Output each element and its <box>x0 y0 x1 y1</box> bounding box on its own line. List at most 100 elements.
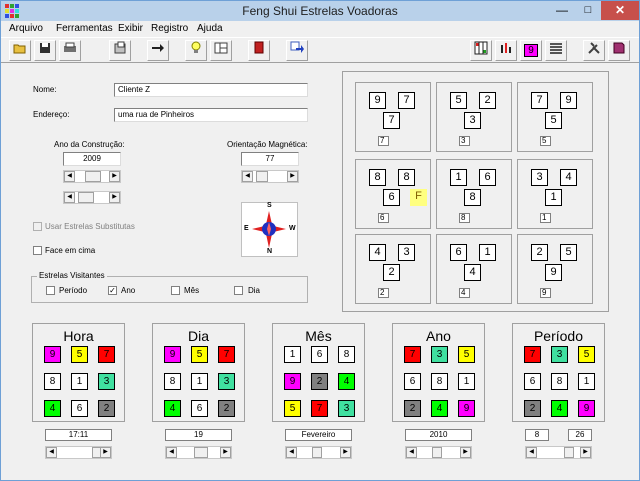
visiting-star: 8 <box>338 346 355 363</box>
save-icon[interactable] <box>34 40 56 61</box>
nome-field[interactable]: Cliente Z <box>114 83 308 97</box>
arrow-right-icon[interactable] <box>147 40 169 61</box>
endereco-label: Endereço: <box>33 110 70 119</box>
mountain-star: 7 <box>531 92 548 109</box>
orientacao-scrollbar[interactable]: ◀ ▶ <box>241 170 299 183</box>
cycle-field[interactable]: 26 <box>568 429 592 441</box>
menu-registro[interactable]: Registro <box>151 23 188 34</box>
print-icon[interactable] <box>59 40 81 61</box>
panel-scrollbar[interactable]: ◀ ▶ <box>165 446 232 459</box>
menu-ferramentas[interactable]: Ferramentas <box>56 23 113 34</box>
menu-ajuda[interactable]: Ajuda <box>197 23 223 34</box>
panel-value-field[interactable]: 17:11 <box>45 429 112 441</box>
ano-checkbox[interactable]: ✓ <box>108 286 117 295</box>
maximize-button[interactable]: □ <box>575 1 601 20</box>
panel-scrollbar[interactable]: ◀ ▶ <box>405 446 472 459</box>
scroll-right-icon[interactable]: ▶ <box>100 447 111 458</box>
panel-value-field[interactable]: 19 <box>165 429 232 441</box>
panel-scrollbar[interactable]: ◀ ▶ <box>525 446 592 459</box>
mountain-star: 9 <box>369 92 386 109</box>
lines-icon[interactable] <box>545 40 567 61</box>
export-icon[interactable] <box>286 40 308 61</box>
water-star: 9 <box>560 92 577 109</box>
period-star: 5 <box>540 136 551 146</box>
face-em-cima-checkbox[interactable] <box>33 246 42 255</box>
scroll-thumb[interactable] <box>78 192 94 203</box>
water-star: 5 <box>560 244 577 261</box>
period-field[interactable]: 8 <box>525 429 549 441</box>
panel-ano: Ano 7 3 5 6 8 1 2 4 9 <box>392 323 485 422</box>
nine-icon[interactable]: 9 <box>520 40 542 61</box>
scroll-right-icon[interactable]: ▶ <box>109 171 120 182</box>
mes-option-label: Mês <box>184 286 200 295</box>
palace-cell: 61 4 4 <box>436 234 512 304</box>
visiting-star: 6 <box>71 400 88 417</box>
usar-estrelas-checkbox[interactable] <box>33 222 42 231</box>
grid-icon[interactable] <box>470 40 492 61</box>
visiting-star: 5 <box>458 346 475 363</box>
scroll-left-icon[interactable]: ◀ <box>64 192 75 203</box>
panel-value-field[interactable]: 2010 <box>405 429 472 441</box>
lightbulb-icon[interactable] <box>185 40 207 61</box>
bars-icon[interactable] <box>495 40 517 61</box>
ano-scrollbar[interactable]: ◀ ▶ <box>63 170 121 183</box>
title-bar: Feng Shui Estrelas Voadoras — □ ✕ <box>1 1 639 21</box>
visiting-star: 9 <box>164 346 181 363</box>
scroll-left-icon[interactable]: ◀ <box>526 447 537 458</box>
visiting-star: 7 <box>98 346 115 363</box>
scroll-thumb[interactable] <box>432 447 442 458</box>
tools-icon[interactable] <box>583 40 605 61</box>
layout-icon[interactable] <box>210 40 232 61</box>
scroll-left-icon[interactable]: ◀ <box>166 447 177 458</box>
orientacao-field[interactable]: 77 <box>241 152 299 166</box>
ano-construcao-field[interactable]: 2009 <box>63 152 121 166</box>
base-star: 2 <box>383 264 400 281</box>
flying-stars-chart: 9777523379558866F16883411432261442599 <box>342 71 609 312</box>
endereco-field[interactable]: uma rua de Pinheiros <box>114 108 308 122</box>
panel-scrollbar[interactable]: ◀ ▶ <box>45 446 112 459</box>
scroll-right-icon[interactable]: ▶ <box>340 447 351 458</box>
scroll-thumb[interactable] <box>256 171 268 182</box>
mes-checkbox[interactable] <box>171 286 180 295</box>
period-star: 3 <box>459 136 470 146</box>
minimize-button[interactable]: — <box>549 1 575 20</box>
scroll-right-icon[interactable]: ▶ <box>220 447 231 458</box>
scroll-left-icon[interactable]: ◀ <box>64 171 75 182</box>
periodo-checkbox[interactable] <box>46 286 55 295</box>
panel-title: Ano <box>426 328 451 344</box>
visiting-star: 5 <box>71 346 88 363</box>
scroll-right-icon[interactable]: ▶ <box>287 171 298 182</box>
scroll-left-icon[interactable]: ◀ <box>406 447 417 458</box>
visiting-star: 5 <box>284 400 301 417</box>
close-button[interactable]: ✕ <box>601 1 639 20</box>
visiting-star: 2 <box>404 400 421 417</box>
scroll-thumb[interactable] <box>312 447 322 458</box>
mountain-star: 4 <box>369 244 386 261</box>
visiting-star: 9 <box>578 400 595 417</box>
panel-scrollbar[interactable]: ◀ ▶ <box>285 446 352 459</box>
scroll-right-icon[interactable]: ▶ <box>460 447 471 458</box>
scroll-left-icon[interactable]: ◀ <box>242 171 253 182</box>
panel-mes: Mês 1 6 8 9 2 4 5 7 3 <box>272 323 365 422</box>
help-book-icon[interactable] <box>608 40 630 61</box>
scroll-right-icon[interactable]: ▶ <box>109 192 120 203</box>
scroll-thumb[interactable] <box>85 171 101 182</box>
dia-checkbox[interactable] <box>234 286 243 295</box>
scroll-thumb[interactable] <box>194 447 208 458</box>
scroll-left-icon[interactable]: ◀ <box>286 447 297 458</box>
nome-label: Nome: <box>33 85 57 94</box>
report-icon[interactable] <box>109 40 131 61</box>
scroll-thumb[interactable] <box>564 447 574 458</box>
menu-exibir[interactable]: Exibir <box>118 23 143 34</box>
panel-value-field[interactable]: Fevereiro <box>285 429 352 441</box>
visiting-star: 2 <box>218 400 235 417</box>
visiting-star: 8 <box>431 373 448 390</box>
menu-arquivo[interactable]: Arquivo <box>9 23 43 34</box>
ano-scrollbar-2[interactable]: ◀ ▶ <box>63 191 121 204</box>
open-folder-icon[interactable] <box>9 40 31 61</box>
water-star: 8 <box>398 169 415 186</box>
scroll-left-icon[interactable]: ◀ <box>46 447 57 458</box>
book-icon[interactable] <box>248 40 270 61</box>
dia-option-label: Dia <box>248 286 261 295</box>
scroll-right-icon[interactable]: ▶ <box>580 447 591 458</box>
